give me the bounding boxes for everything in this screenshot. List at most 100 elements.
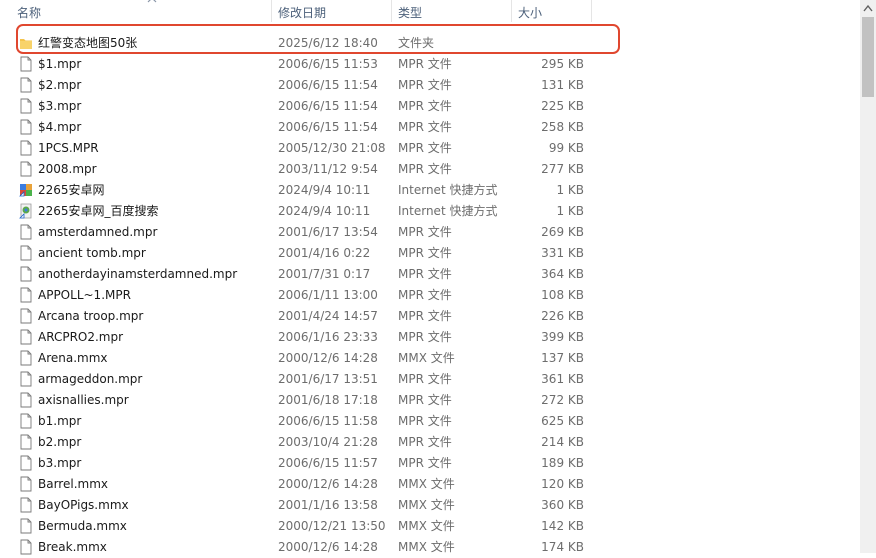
file-icon (19, 266, 33, 282)
sort-ascending-icon (147, 0, 157, 3)
file-name: Arcana troop.mpr (38, 309, 144, 323)
file-icon (19, 308, 33, 324)
file-row[interactable]: 1PCS.MPR 2005/12/30 21:08 MPR 文件 99 KB (0, 138, 860, 159)
file-icon (19, 161, 33, 177)
file-name: $1.mpr (38, 57, 82, 71)
file-icon (19, 350, 33, 366)
file-type: MMX 文件 (398, 498, 455, 512)
file-type: MPR 文件 (398, 414, 452, 428)
file-date-modified: 2006/6/15 11:58 (278, 414, 378, 428)
file-size: 137 KB (541, 351, 584, 365)
file-row[interactable]: Arcana troop.mpr 2001/4/24 14:57 MPR 文件 226… (0, 306, 860, 327)
file-size: 258 KB (541, 120, 584, 134)
file-row[interactable]: amsterdamned.mpr 2001/6/17 13:54 MPR 文件 269… (0, 222, 860, 243)
file-name: Arena.mmx (38, 351, 108, 365)
scrollbar-thumb[interactable] (862, 17, 874, 97)
file-icon (19, 476, 33, 492)
file-date-modified: 2003/10/4 21:28 (278, 435, 378, 449)
column-header-size[interactable]: 大小 (512, 0, 592, 22)
file-date-modified: 2001/1/16 13:58 (278, 498, 378, 512)
file-size: 1 KB (556, 204, 584, 218)
file-type: MMX 文件 (398, 519, 455, 533)
column-header: 名称 修改日期 类型 大小 (0, 0, 860, 22)
file-size: 174 KB (541, 540, 584, 554)
file-size: 225 KB (541, 99, 584, 113)
file-icon (19, 518, 33, 534)
file-type: MPR 文件 (398, 288, 452, 302)
file-type: MPR 文件 (398, 141, 452, 155)
file-name: armageddon.mpr (38, 372, 143, 386)
file-row[interactable]: Break.mmx 2000/12/6 14:28 MMX 文件 174 KB (0, 537, 860, 558)
file-name: $3.mpr (38, 99, 82, 113)
file-row[interactable]: b3.mpr 2006/6/15 11:57 MPR 文件 189 KB (0, 453, 860, 474)
file-type: Internet 快捷方式 (398, 204, 498, 218)
file-row[interactable]: $1.mpr 2006/6/15 11:53 MPR 文件 295 KB (0, 54, 860, 75)
file-name: $2.mpr (38, 78, 82, 92)
scroll-up-icon[interactable] (860, 0, 876, 17)
file-date-modified: 2006/6/15 11:54 (278, 78, 378, 92)
file-row[interactable]: BayOPigs.mmx 2001/1/16 13:58 MMX 文件 360 KB (0, 495, 860, 516)
column-header-type[interactable]: 类型 (392, 0, 512, 22)
column-header-name[interactable]: 名称 (11, 0, 272, 22)
file-name: Bermuda.mmx (38, 519, 127, 533)
file-icon (19, 119, 33, 135)
file-row[interactable]: anotherdayinamsterdamned.mpr 2001/7/31 0:… (0, 264, 860, 285)
file-size: 214 KB (541, 435, 584, 449)
file-size: 360 KB (541, 498, 584, 512)
file-type: MPR 文件 (398, 393, 452, 407)
file-size: 226 KB (541, 309, 584, 323)
file-name: ancient tomb.mpr (38, 246, 146, 260)
file-type: MPR 文件 (398, 225, 452, 239)
file-row[interactable]: Barrel.mmx 2000/12/6 14:28 MMX 文件 120 KB (0, 474, 860, 495)
file-row[interactable]: armageddon.mpr 2001/6/17 13:51 MPR 文件 361 K… (0, 369, 860, 390)
file-size: 295 KB (541, 57, 584, 71)
file-row[interactable]: ARCPRO2.mpr 2006/1/16 23:33 MPR 文件 399 KB (0, 327, 860, 348)
file-date-modified: 2001/6/17 13:51 (278, 372, 378, 386)
file-row[interactable]: $4.mpr 2006/6/15 11:54 MPR 文件 258 KB (0, 117, 860, 138)
file-row[interactable]: 2265安卓网_百度搜索 2024/9/4 10:11 Internet 快捷方式 1… (0, 201, 860, 222)
file-row[interactable]: ancient tomb.mpr 2001/4/16 0:22 MPR 文件 331 … (0, 243, 860, 264)
file-row[interactable]: APPOLL~1.MPR 2006/1/11 13:00 MPR 文件 108 KB (0, 285, 860, 306)
file-icon (19, 140, 33, 156)
file-date-modified: 2001/6/17 13:54 (278, 225, 378, 239)
file-row[interactable]: Bermuda.mmx 2000/12/21 13:50 MMX 文件 142 KB (0, 516, 860, 537)
file-size: 108 KB (541, 288, 584, 302)
file-icon (19, 287, 33, 303)
file-date-modified: 2006/6/15 11:54 (278, 120, 378, 134)
file-type: MPR 文件 (398, 372, 452, 386)
file-icon (19, 224, 33, 240)
file-row[interactable]: b1.mpr 2006/6/15 11:58 MPR 文件 625 KB (0, 411, 860, 432)
file-icon (19, 245, 33, 261)
file-size: 361 KB (541, 372, 584, 386)
file-row[interactable]: $3.mpr 2006/6/15 11:54 MPR 文件 225 KB (0, 96, 860, 117)
file-row[interactable]: 2265安卓网 2024/9/4 10:11 Internet 快捷方式 1 KB (0, 180, 860, 201)
file-type: MPR 文件 (398, 120, 452, 134)
file-size: 625 KB (541, 414, 584, 428)
file-size: 272 KB (541, 393, 584, 407)
file-size: 399 KB (541, 330, 584, 344)
file-row[interactable]: $2.mpr 2006/6/15 11:54 MPR 文件 131 KB (0, 75, 860, 96)
file-row[interactable]: axisnallies.mpr 2001/6/18 17:18 MPR 文件 272 … (0, 390, 860, 411)
file-date-modified: 2006/1/16 23:33 (278, 330, 378, 344)
file-type: MPR 文件 (398, 162, 452, 176)
file-name: anotherdayinamsterdamned.mpr (38, 267, 238, 281)
file-size: 120 KB (541, 477, 584, 491)
file-row[interactable]: Arena.mmx 2000/12/6 14:28 MMX 文件 137 KB (0, 348, 860, 369)
column-header-modified[interactable]: 修改日期 (272, 0, 392, 22)
file-date-modified: 2005/12/30 21:08 (278, 141, 386, 155)
file-size: 277 KB (541, 162, 584, 176)
file-type: MMX 文件 (398, 540, 455, 554)
file-row[interactable]: 2008.mpr 2003/11/12 9:54 MPR 文件 277 KB (0, 159, 860, 180)
file-type: MPR 文件 (398, 330, 452, 344)
file-type: MMX 文件 (398, 351, 455, 365)
file-row[interactable]: b2.mpr 2003/10/4 21:28 MPR 文件 214 KB (0, 432, 860, 453)
file-date-modified: 2000/12/21 13:50 (278, 519, 386, 533)
file-size: 189 KB (541, 456, 584, 470)
file-name: $4.mpr (38, 120, 82, 134)
file-size: 1 KB (556, 183, 584, 197)
file-name: Break.mmx (38, 540, 107, 554)
file-type: MPR 文件 (398, 267, 452, 281)
vertical-scrollbar[interactable] (860, 0, 876, 553)
internet-shortcut-icon (19, 182, 33, 198)
file-date-modified: 2001/4/16 0:22 (278, 246, 371, 260)
